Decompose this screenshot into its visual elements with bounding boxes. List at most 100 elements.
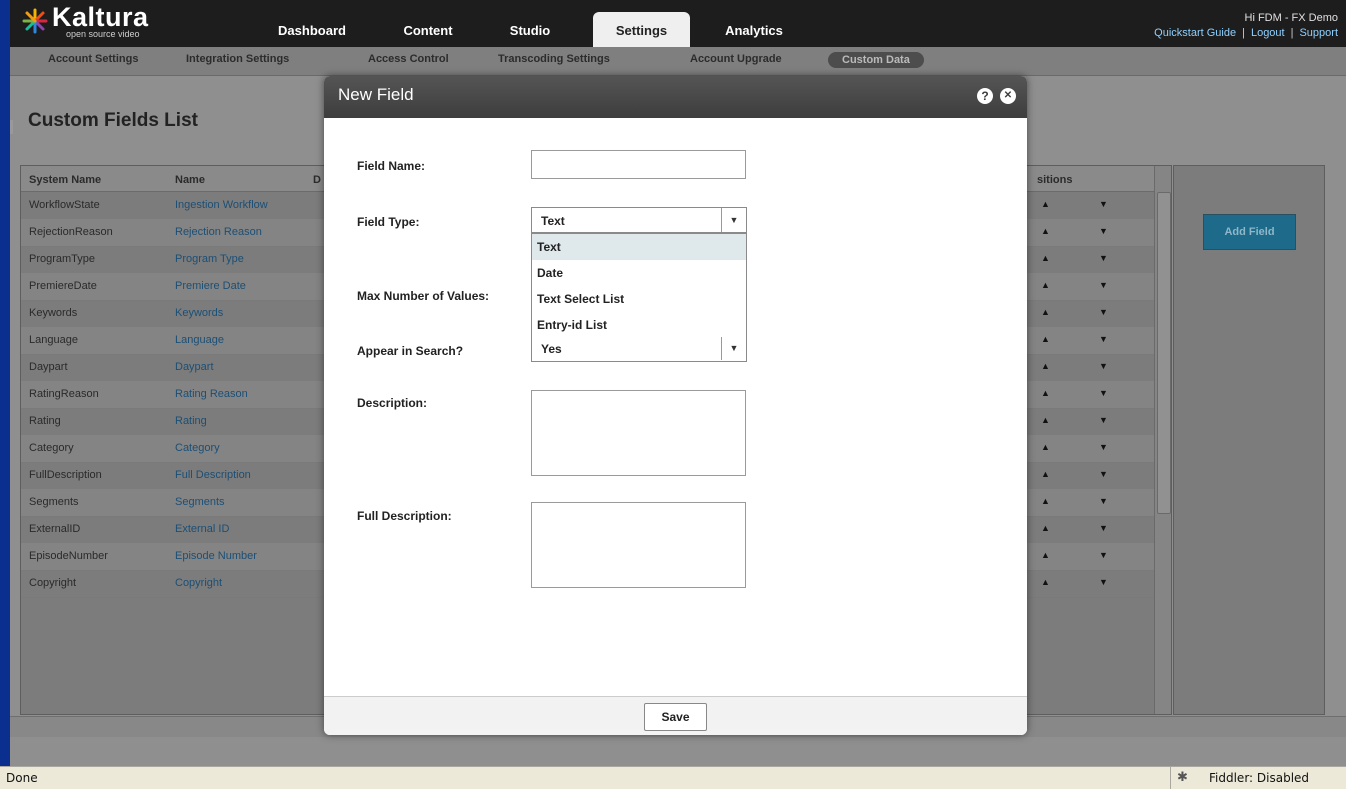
support-link[interactable]: Support <box>1299 27 1338 39</box>
row-name-link[interactable]: Daypart <box>175 361 214 373</box>
row-system-name: Copyright <box>29 577 77 589</box>
close-icon[interactable]: ✕ <box>1000 88 1016 104</box>
table-scrollbar-thumb[interactable] <box>1157 192 1171 514</box>
field-name-input[interactable] <box>531 150 746 179</box>
move-down-icon[interactable]: ▼ <box>1099 361 1108 371</box>
tab-dashboard[interactable]: Dashboard <box>272 12 352 47</box>
row-name-link[interactable]: Program Type <box>175 253 244 265</box>
move-up-icon[interactable]: ▲ <box>1041 199 1050 209</box>
tab-studio[interactable]: Studio <box>500 12 560 47</box>
dropdown-option-date[interactable]: Date <box>532 260 746 286</box>
page-title: Custom Fields List <box>28 110 198 131</box>
tab-content[interactable]: Content <box>388 12 468 47</box>
move-up-icon[interactable]: ▲ <box>1041 253 1050 263</box>
move-up-icon[interactable]: ▲ <box>1041 334 1050 344</box>
row-name-link[interactable]: Segments <box>175 496 225 508</box>
logout-link[interactable]: Logout <box>1251 27 1285 39</box>
move-down-icon[interactable]: ▼ <box>1099 523 1108 533</box>
move-up-icon[interactable]: ▲ <box>1041 577 1050 587</box>
row-name-link[interactable]: Copyright <box>175 577 222 589</box>
subtab-access-control[interactable]: Access Control <box>368 53 449 65</box>
move-up-icon[interactable]: ▲ <box>1041 307 1050 317</box>
description-label: Description: <box>357 396 428 410</box>
row-system-name: Language <box>29 334 78 346</box>
tab-settings[interactable]: Settings <box>593 12 690 47</box>
subtab-integration-settings[interactable]: Integration Settings <box>186 53 289 65</box>
link-separator: | <box>1242 27 1245 39</box>
column-header-positions[interactable]: sitions <box>1037 174 1072 186</box>
subtab-custom-data[interactable]: Custom Data <box>828 52 924 68</box>
subtab-account-settings[interactable]: Account Settings <box>48 53 138 65</box>
move-up-icon[interactable]: ▲ <box>1041 388 1050 398</box>
add-field-button[interactable]: Add Field <box>1203 214 1296 250</box>
move-down-icon[interactable]: ▼ <box>1099 550 1108 560</box>
move-down-icon[interactable]: ▼ <box>1099 469 1108 479</box>
dropdown-option-text[interactable]: Text <box>532 234 746 260</box>
full-description-textarea[interactable] <box>531 502 746 588</box>
row-name-link[interactable]: Rating Reason <box>175 388 248 400</box>
move-up-icon[interactable]: ▲ <box>1041 496 1050 506</box>
move-down-icon[interactable]: ▼ <box>1099 577 1108 587</box>
appear-in-search-select[interactable]: Yes ▼ <box>531 337 747 362</box>
move-down-icon[interactable]: ▼ <box>1099 415 1108 425</box>
quickstart-guide-link[interactable]: Quickstart Guide <box>1154 27 1236 39</box>
tab-analytics[interactable]: Analytics <box>715 12 793 47</box>
help-icon[interactable]: ? <box>977 88 993 104</box>
move-down-icon[interactable]: ▼ <box>1099 280 1108 290</box>
description-textarea[interactable] <box>531 390 746 476</box>
subtab-account-upgrade[interactable]: Account Upgrade <box>690 53 782 65</box>
settings-subnav: Account Settings Integration Settings Ac… <box>10 47 1346 76</box>
row-name-link[interactable]: Language <box>175 334 224 346</box>
side-panel: Add Field <box>1173 165 1325 715</box>
move-down-icon[interactable]: ▼ <box>1099 253 1108 263</box>
field-name-label: Field Name: <box>357 159 426 173</box>
move-down-icon[interactable]: ▼ <box>1099 496 1108 506</box>
move-down-icon[interactable]: ▼ <box>1099 199 1108 209</box>
move-up-icon[interactable]: ▲ <box>1041 442 1050 452</box>
chevron-down-icon[interactable]: ▼ <box>721 337 746 360</box>
move-down-icon[interactable]: ▼ <box>1099 388 1108 398</box>
field-type-selected-value: Text <box>541 214 565 228</box>
chevron-down-icon[interactable]: ▼ <box>721 208 746 232</box>
move-up-icon[interactable]: ▲ <box>1041 550 1050 560</box>
full-description-label: Full Description: <box>357 509 452 523</box>
dialog-titlebar: New Field ? ✕ <box>324 76 1027 118</box>
move-up-icon[interactable]: ▲ <box>1041 226 1050 236</box>
row-system-name: ProgramType <box>29 253 96 265</box>
column-header-description[interactable]: D <box>313 174 321 186</box>
table-scrollbar[interactable] <box>1154 166 1171 714</box>
move-down-icon[interactable]: ▼ <box>1099 442 1108 452</box>
user-greeting: Hi FDM - FX Demo <box>1244 12 1339 24</box>
browser-status-bar: Done ✱ Fiddler: Disabled <box>0 766 1346 789</box>
move-up-icon[interactable]: ▲ <box>1041 469 1050 479</box>
row-name-link[interactable]: Full Description <box>175 469 251 481</box>
row-name-link[interactable]: Premiere Date <box>175 280 246 292</box>
fiddler-status[interactable]: ✱ Fiddler: Disabled <box>1170 767 1331 789</box>
row-name-link[interactable]: Rejection Reason <box>175 226 262 238</box>
move-up-icon[interactable]: ▲ <box>1041 523 1050 533</box>
move-down-icon[interactable]: ▼ <box>1099 334 1108 344</box>
field-type-select[interactable]: Text ▼ <box>531 207 747 233</box>
row-system-name: RejectionReason <box>29 226 113 238</box>
new-field-dialog: New Field ? ✕ Field Name: Field Type: Te… <box>324 76 1027 735</box>
row-name-link[interactable]: Keywords <box>175 307 223 319</box>
row-name-link[interactable]: Episode Number <box>175 550 257 562</box>
move-up-icon[interactable]: ▲ <box>1041 280 1050 290</box>
row-name-link[interactable]: Category <box>175 442 220 454</box>
column-header-name[interactable]: Name <box>175 174 205 186</box>
subtab-transcoding-settings[interactable]: Transcoding Settings <box>498 53 610 65</box>
dialog-title: New Field <box>338 85 414 104</box>
dropdown-option-text-select-list[interactable]: Text Select List <box>532 286 746 312</box>
move-up-icon[interactable]: ▲ <box>1041 361 1050 371</box>
move-down-icon[interactable]: ▼ <box>1099 307 1108 317</box>
row-name-link[interactable]: Ingestion Workflow <box>175 199 268 211</box>
column-header-system-name[interactable]: System Name <box>29 174 101 186</box>
save-button[interactable]: Save <box>644 703 707 731</box>
kaltura-logo[interactable]: Kaltura open source video <box>22 2 172 39</box>
dropdown-option-entry-id-list[interactable]: Entry-id List <box>532 312 746 338</box>
move-up-icon[interactable]: ▲ <box>1041 415 1050 425</box>
row-name-link[interactable]: Rating <box>175 415 207 427</box>
row-system-name: WorkflowState <box>29 199 100 211</box>
move-down-icon[interactable]: ▼ <box>1099 226 1108 236</box>
row-name-link[interactable]: External ID <box>175 523 229 535</box>
